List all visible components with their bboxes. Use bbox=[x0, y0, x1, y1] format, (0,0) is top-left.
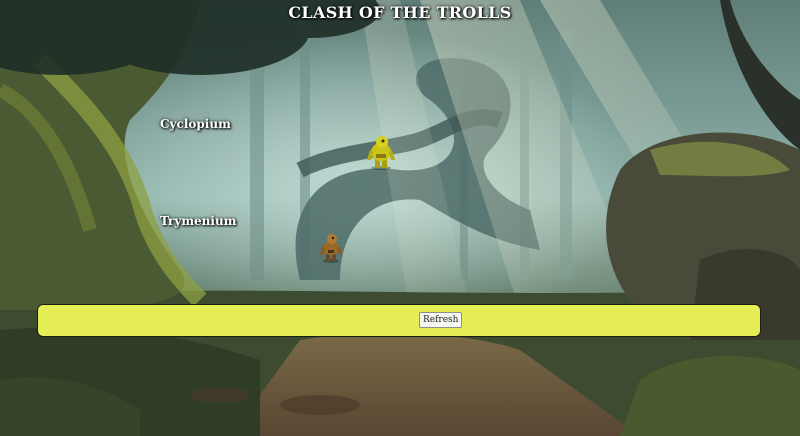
brown-troll-icon[interactable] bbox=[319, 233, 343, 263]
yellow-troll-icon[interactable] bbox=[366, 134, 396, 170]
refresh-button[interactable]: Refresh bbox=[419, 312, 463, 328]
game-scene: CLASH OF THE TROLLS Cyclopium Trymenium … bbox=[0, 0, 800, 436]
troll-name-trymenium: Trymenium bbox=[160, 214, 237, 228]
control-bar: Refresh bbox=[37, 304, 761, 337]
forest-background bbox=[0, 0, 800, 436]
troll-name-cyclopium: Cyclopium bbox=[160, 117, 231, 131]
game-title: CLASH OF THE TROLLS bbox=[288, 3, 512, 22]
